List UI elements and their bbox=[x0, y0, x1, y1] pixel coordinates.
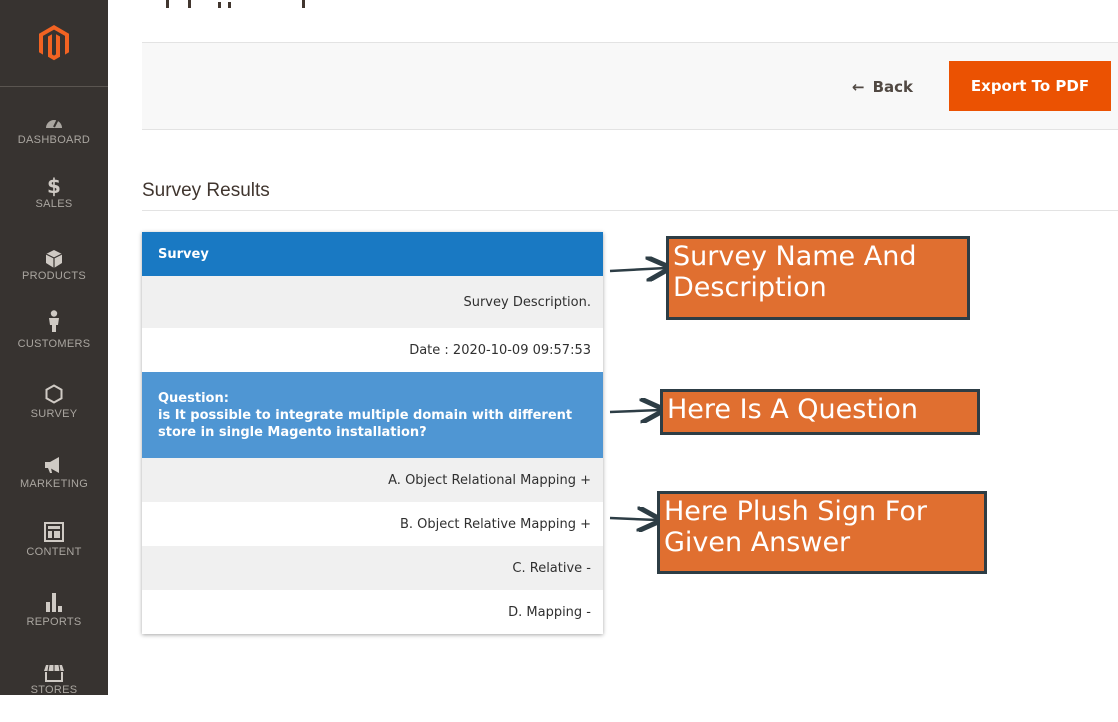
callout-plus-sign: Here Plush Sign For Given Answer bbox=[657, 491, 987, 574]
arrow-question bbox=[609, 410, 660, 412]
callout-question: Here Is A Question bbox=[660, 389, 980, 435]
arrow-survey-name bbox=[609, 268, 666, 271]
annotation-arrows bbox=[609, 0, 1118, 695]
arrow-plus-sign bbox=[609, 518, 657, 520]
callout-survey-name: Survey Name And Description bbox=[666, 236, 970, 320]
